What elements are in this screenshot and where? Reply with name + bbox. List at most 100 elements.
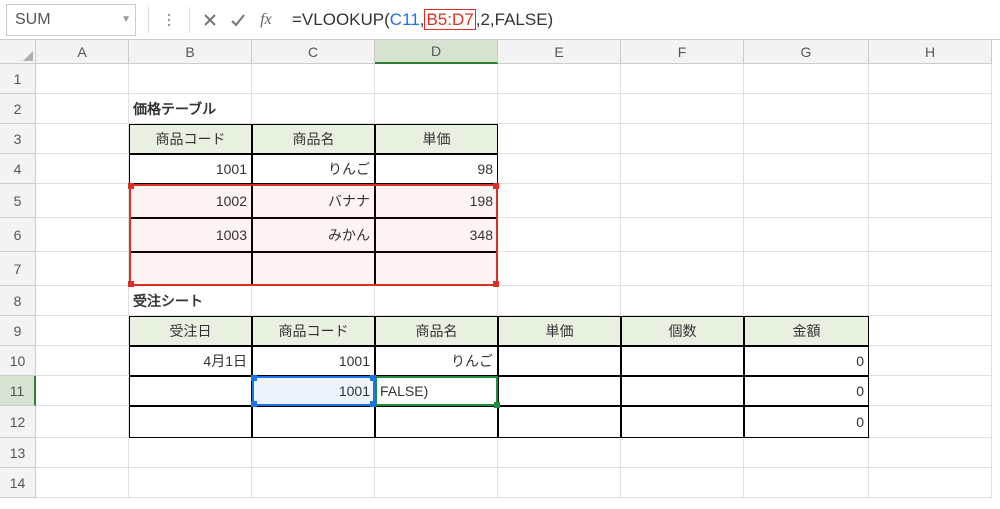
cell[interactable] [621,154,744,184]
cancel-button[interactable] [196,4,224,36]
cell[interactable] [252,286,375,316]
row-header[interactable]: 9 [0,316,36,346]
column-header[interactable]: E [498,40,621,64]
cell[interactable]: 1002 [129,184,252,218]
cell[interactable] [621,468,744,498]
cell[interactable] [621,346,744,376]
cell[interactable] [498,94,621,124]
dots-icon[interactable] [155,4,183,36]
cell[interactable] [36,154,129,184]
cell[interactable] [36,438,129,468]
cell[interactable] [869,64,992,94]
cell[interactable] [744,184,869,218]
cell[interactable] [621,438,744,468]
cell[interactable] [498,64,621,94]
fx-icon[interactable]: fx [252,4,280,36]
column-header[interactable]: D [375,40,498,64]
cell[interactable] [129,438,252,468]
cell[interactable] [498,346,621,376]
row-header[interactable]: 11 [0,376,36,406]
cell[interactable] [744,218,869,252]
cell[interactable]: FALSE) [375,376,498,406]
cell[interactable]: バナナ [252,184,375,218]
cell[interactable] [744,64,869,94]
cell[interactable] [621,252,744,286]
cell[interactable] [498,376,621,406]
cell[interactable]: 価格テーブル [129,94,252,124]
row-header[interactable]: 5 [0,184,36,218]
cell[interactable]: 商品名 [252,124,375,154]
cell[interactable] [869,154,992,184]
cell[interactable] [375,438,498,468]
cell[interactable] [869,184,992,218]
cell[interactable] [744,154,869,184]
cell[interactable]: 4月1日 [129,346,252,376]
cell[interactable] [36,184,129,218]
cell[interactable]: 1001 [129,154,252,184]
row-header[interactable]: 2 [0,94,36,124]
column-header[interactable]: C [252,40,375,64]
cell[interactable] [744,468,869,498]
cell[interactable] [36,252,129,286]
cell[interactable] [498,184,621,218]
cell[interactable]: りんご [375,346,498,376]
cell[interactable] [36,406,129,438]
row-header[interactable]: 14 [0,468,36,498]
cell[interactable] [621,218,744,252]
cell[interactable] [621,64,744,94]
cell[interactable] [375,64,498,94]
cell[interactable] [129,252,252,286]
cell[interactable] [498,252,621,286]
cell[interactable] [375,94,498,124]
cell[interactable] [375,406,498,438]
cell[interactable]: りんご [252,154,375,184]
row-header[interactable]: 10 [0,346,36,376]
cell[interactable] [36,468,129,498]
cell[interactable] [36,64,129,94]
cell[interactable]: 商品コード [129,124,252,154]
cell[interactable]: 単価 [375,124,498,154]
row-header[interactable]: 13 [0,438,36,468]
cell[interactable] [375,286,498,316]
cell[interactable] [869,468,992,498]
cell[interactable] [869,286,992,316]
row-header[interactable]: 6 [0,218,36,252]
cell[interactable] [498,438,621,468]
cell[interactable] [869,316,992,346]
cell[interactable] [36,376,129,406]
cell[interactable]: 348 [375,218,498,252]
formula-input[interactable]: =VLOOKUP(C11,B5:D7,2,FALSE) [280,10,1000,30]
cell[interactable] [498,406,621,438]
column-header[interactable]: A [36,40,129,64]
cell[interactable] [621,124,744,154]
column-header[interactable]: G [744,40,869,64]
cell[interactable] [36,316,129,346]
row-header[interactable]: 3 [0,124,36,154]
cell[interactable] [36,218,129,252]
cell[interactable] [252,64,375,94]
cell[interactable] [498,124,621,154]
cell[interactable]: みかん [252,218,375,252]
cell[interactable] [252,406,375,438]
cell[interactable]: 1001 [252,376,375,406]
cell[interactable] [252,468,375,498]
cell[interactable] [621,94,744,124]
cell[interactable] [744,438,869,468]
name-box[interactable]: SUM ▼ [6,4,136,36]
cell[interactable] [869,376,992,406]
cell[interactable] [252,438,375,468]
cell[interactable] [129,376,252,406]
cell[interactable] [36,94,129,124]
row-header[interactable]: 4 [0,154,36,184]
cell[interactable] [498,218,621,252]
enter-button[interactable] [224,4,252,36]
cell[interactable] [498,468,621,498]
cell[interactable]: 単価 [498,316,621,346]
cell[interactable]: 個数 [621,316,744,346]
cell[interactable] [869,438,992,468]
select-all-corner[interactable] [0,40,36,64]
cell[interactable] [744,124,869,154]
cell[interactable]: 受注日 [129,316,252,346]
cell[interactable] [129,64,252,94]
row-header[interactable]: 1 [0,64,36,94]
